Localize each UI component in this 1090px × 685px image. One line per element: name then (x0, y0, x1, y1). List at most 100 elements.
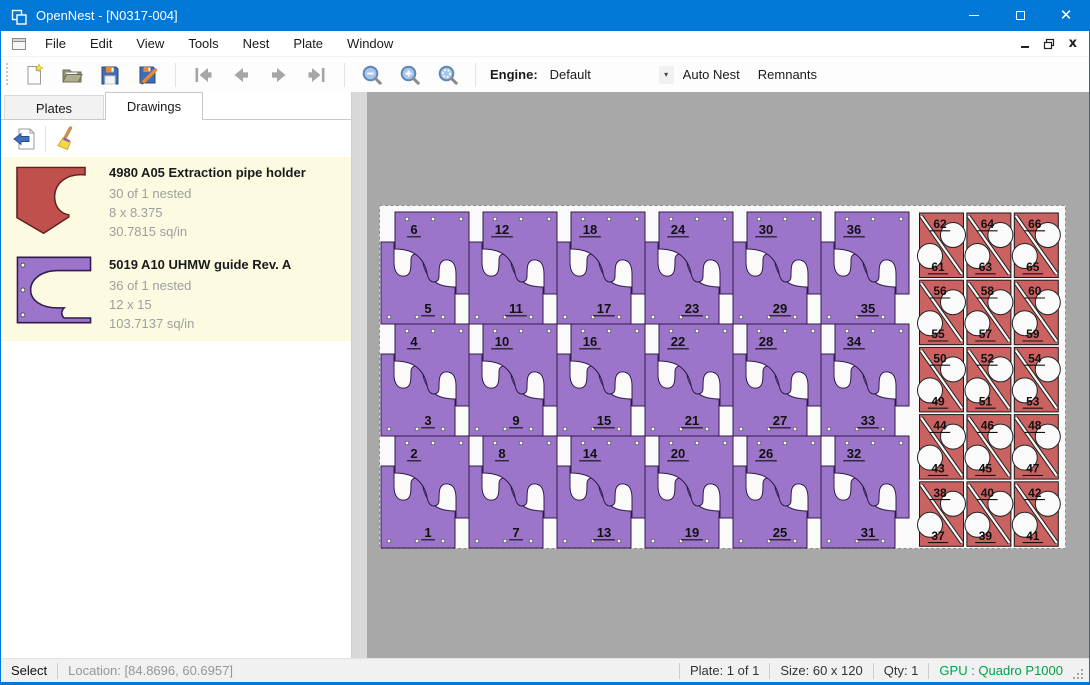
drawing-nested-count: 36 of 1 nested (109, 276, 291, 295)
previous-plate-button[interactable] (226, 61, 256, 89)
minimize-button[interactable] (951, 0, 997, 31)
part-hole (529, 315, 533, 319)
part-number: 32 (847, 446, 861, 461)
drawing-item-4980[interactable]: 4980 A05 Extraction pipe holder 30 of 1 … (1, 157, 351, 249)
part-number: 11 (509, 301, 523, 316)
import-drawing-button[interactable] (9, 124, 39, 154)
zoom-in-icon (398, 63, 422, 87)
part-number: 6 (410, 222, 417, 237)
part-hole (581, 217, 585, 221)
part-number: 31 (861, 525, 875, 540)
close-button[interactable]: ✕ (1043, 0, 1089, 31)
part-hole (871, 217, 875, 221)
broom-icon (54, 126, 80, 152)
mdi-minimize-button[interactable] (1021, 39, 1029, 48)
first-arrow-icon (191, 63, 215, 87)
panel-splitter[interactable] (351, 92, 367, 658)
previous-arrow-icon (229, 63, 253, 87)
part-number: 36 (847, 222, 861, 237)
part-number: 41 (1026, 529, 1040, 543)
zoom-out-button[interactable] (357, 61, 387, 89)
drawing-area: 103.7137 sq/in (109, 314, 291, 333)
part-number: 24 (671, 222, 686, 237)
part-hole (705, 539, 709, 543)
part-hole (563, 315, 567, 319)
part-hole (827, 539, 831, 543)
save-button[interactable] (95, 61, 125, 89)
minimize-icon (969, 15, 979, 16)
part-hole (811, 329, 815, 333)
zoom-in-button[interactable] (395, 61, 425, 89)
nest-svg[interactable]: 6543211211109871817161514132423222120193… (367, 92, 1090, 658)
tab-plates[interactable]: Plates (4, 95, 104, 120)
auto-nest-button[interactable]: Auto Nest (674, 62, 749, 87)
menu-window[interactable]: Window (335, 32, 405, 55)
menu-nest[interactable]: Nest (231, 32, 282, 55)
part-hole (617, 427, 621, 431)
part-number: 47 (1026, 462, 1040, 476)
nest-canvas[interactable]: 6543211211109871817161514132423222120193… (367, 92, 1090, 658)
part-number: 15 (597, 413, 611, 428)
combo-dropdown-icon[interactable]: ▾ (659, 66, 674, 84)
last-plate-button[interactable] (302, 61, 332, 89)
part-hole (899, 217, 903, 221)
part-hole (387, 427, 391, 431)
maximize-button[interactable] (997, 0, 1043, 31)
part-hole (547, 329, 551, 333)
part-hole (757, 329, 761, 333)
tab-drawings[interactable]: Drawings (105, 92, 203, 120)
part-hole (503, 427, 507, 431)
save-as-button[interactable] (133, 61, 163, 89)
panel-toolbar (1, 120, 351, 157)
part-number: 8 (498, 446, 505, 461)
part-hole (607, 329, 611, 333)
mdi-restore-button[interactable] (1043, 38, 1055, 50)
part-hole (475, 427, 479, 431)
drawing-item-5019[interactable]: 5019 A10 UHMW guide Rev. A 36 of 1 neste… (1, 249, 351, 341)
last-arrow-icon (305, 63, 329, 87)
part-hole (441, 539, 445, 543)
part-hole (415, 427, 419, 431)
mdi-close-button[interactable]: x (1069, 36, 1077, 51)
zoom-fit-button[interactable] (433, 61, 463, 89)
resize-grip[interactable] (1071, 667, 1085, 681)
drawing-list: 4980 A05 Extraction pipe holder 30 of 1 … (1, 157, 351, 341)
toolbar-separator (344, 63, 345, 87)
part-number: 57 (979, 327, 993, 341)
clear-drawings-button[interactable] (52, 124, 82, 154)
menu-tools[interactable]: Tools (176, 32, 230, 55)
part-hole (845, 441, 849, 445)
first-plate-button[interactable] (188, 61, 218, 89)
open-button[interactable] (57, 61, 87, 89)
part-number: 40 (981, 486, 995, 500)
drawing-size: 8 x 8.375 (109, 203, 306, 222)
part-number: 65 (1026, 260, 1040, 274)
part-hole (827, 427, 831, 431)
new-button[interactable] (19, 61, 49, 89)
toolbar-grip[interactable] (5, 63, 9, 87)
status-size: Size: 60 x 120 (780, 663, 862, 678)
status-mode: Select (1, 663, 47, 678)
part-hole (669, 441, 673, 445)
menu-file[interactable]: File (33, 32, 78, 55)
part-number: 35 (861, 301, 875, 316)
next-plate-button[interactable] (264, 61, 294, 89)
part-number: 60 (1028, 284, 1042, 298)
part-number: 16 (583, 334, 597, 349)
menu-edit[interactable]: Edit (78, 32, 124, 55)
engine-combobox[interactable]: Default ▾ (544, 64, 674, 86)
remnants-button[interactable]: Remnants (749, 62, 826, 87)
part-hole (563, 427, 567, 431)
part-hole (871, 441, 875, 445)
status-gpu: GPU : Quadro P1000 (939, 663, 1063, 678)
engine-label: Engine: (490, 67, 538, 82)
menu-plate[interactable]: Plate (281, 32, 335, 55)
part-hole (519, 441, 523, 445)
part-hole (519, 329, 523, 333)
mdi-document-icon[interactable] (11, 36, 27, 52)
menu-view[interactable]: View (124, 32, 176, 55)
part-number: 4 (410, 334, 418, 349)
part-hole (651, 427, 655, 431)
status-separator (57, 663, 58, 679)
part-number: 58 (981, 284, 995, 298)
